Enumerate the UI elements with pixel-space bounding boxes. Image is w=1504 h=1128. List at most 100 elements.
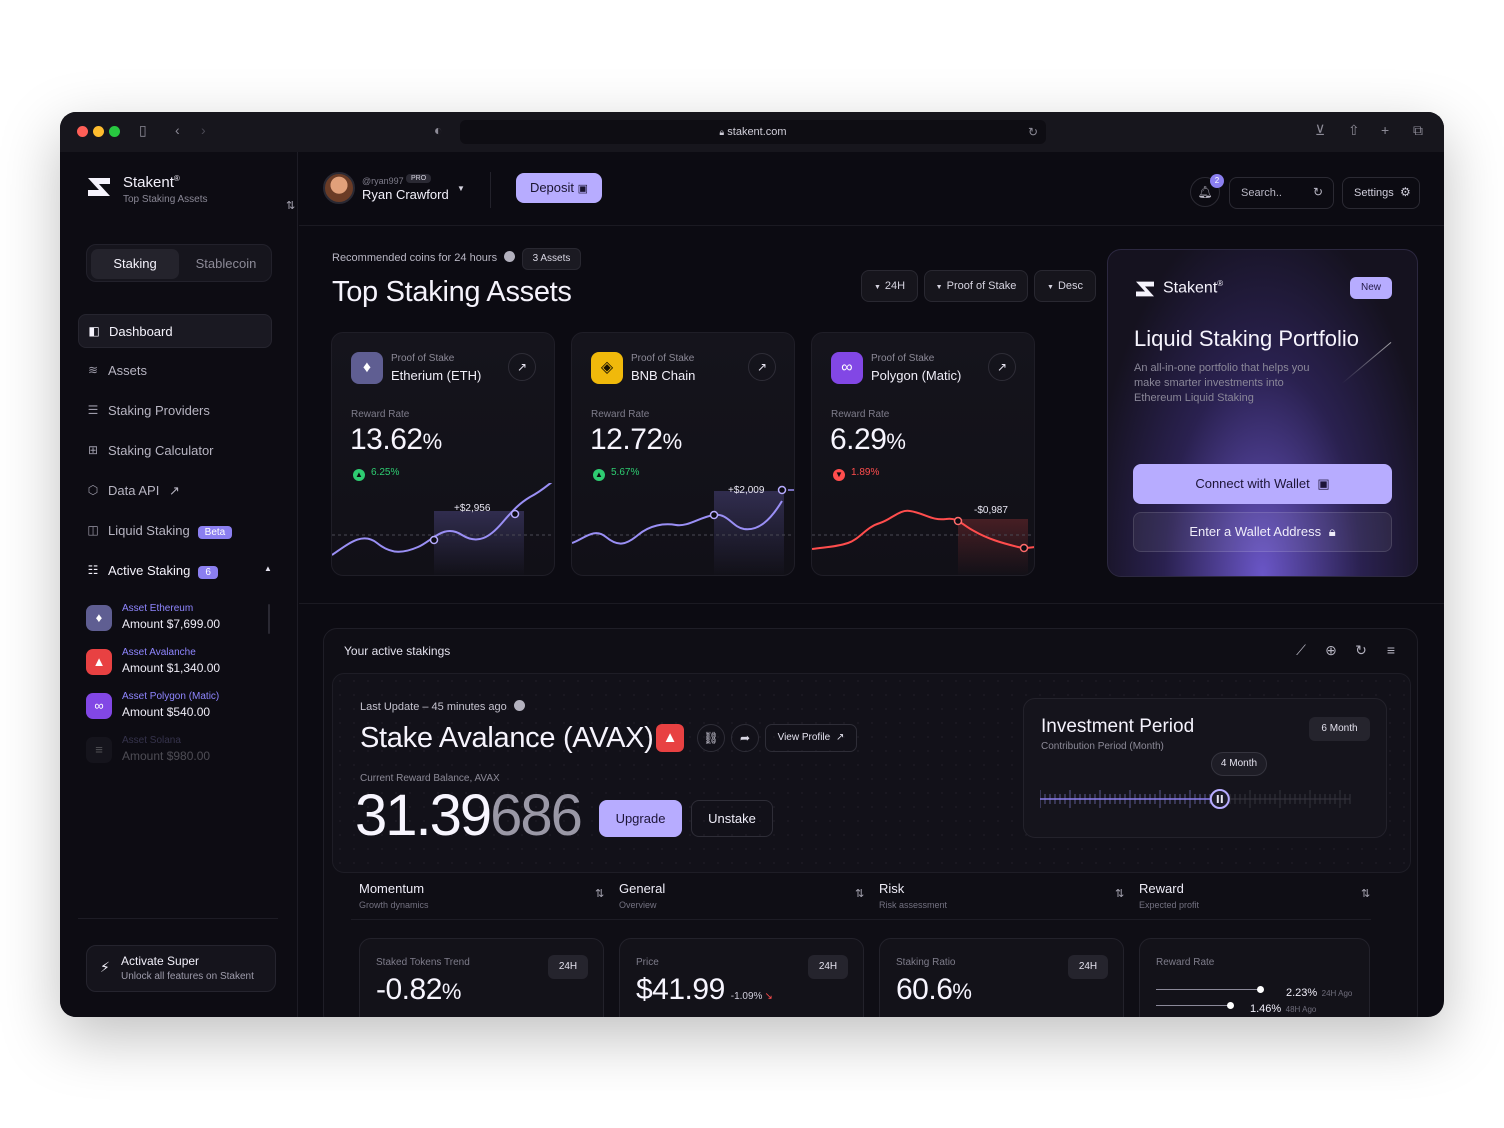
- sidebar-item-dashboard[interactable]: ◧ Dashboard: [78, 314, 272, 348]
- link-icon[interactable]: ⛓︎: [697, 724, 725, 752]
- enter-wallet-address-button[interactable]: Enter a Wallet Address 🔒︎: [1133, 512, 1392, 552]
- share-icon[interactable]: ⇧: [1348, 122, 1360, 139]
- percent-sign: %: [886, 429, 906, 454]
- tab-risk[interactable]: Risk Risk assessment ⇅: [879, 881, 1129, 921]
- back-icon[interactable]: ‹: [175, 122, 180, 138]
- list-item-asset-avalanche[interactable]: ▲ Asset Avalanche Amount $1,340.00: [86, 647, 266, 681]
- chevron-up-icon[interactable]: ▲: [264, 564, 272, 573]
- tab-reward[interactable]: Reward Expected profit ⇅: [1139, 881, 1389, 921]
- reward-rate-value: 6.29: [830, 423, 887, 456]
- chevron-updown-icon[interactable]: ⇅: [286, 199, 295, 212]
- metric-label: Staking Ratio: [896, 957, 956, 968]
- connect-wallet-button[interactable]: Connect with Wallet ▣: [1133, 464, 1392, 504]
- percent-sign: %: [441, 979, 462, 1004]
- reward-rate-label: Reward Rate: [831, 409, 890, 420]
- sparkline-chart: [572, 485, 794, 575]
- chart-icon[interactable]: ⟋: [1292, 641, 1310, 659]
- sidebar-item-staking-providers[interactable]: ☰ Staking Providers: [78, 394, 272, 428]
- sidebar-item-staking-calculator[interactable]: ⊞ Staking Calculator: [78, 434, 272, 468]
- sidebar-item-data-api[interactable]: ⬡ Data API ↗: [78, 474, 272, 508]
- metric-card-price[interactable]: Price 24H $41.99 -1.09% ↘: [619, 938, 864, 1017]
- new-tab-icon[interactable]: +: [1381, 122, 1389, 138]
- external-link-icon: ↗: [168, 483, 180, 498]
- timeframe-badge[interactable]: 24H: [808, 955, 848, 979]
- reload-icon[interactable]: ↻: [1028, 120, 1038, 144]
- coin-card-ethereum[interactable]: ♦ Proof of Stake Etherium (ETH) ↗ Reward…: [331, 332, 555, 576]
- arrow-up-icon: ▲: [593, 469, 605, 481]
- spark-value-label: +$2,009: [728, 485, 765, 496]
- asset-name: Asset Polygon (Matic): [122, 691, 220, 702]
- close-window-button[interactable]: [77, 126, 88, 137]
- sidebar-item-active-staking[interactable]: ☷ Active Staking 6 ▲: [78, 554, 272, 588]
- scrollbar-thumb[interactable]: [268, 604, 270, 634]
- list-item-asset-polygon[interactable]: ∞ Asset Polygon (Matic) Amount $540.00: [86, 691, 266, 725]
- slider-knob[interactable]: [1209, 789, 1230, 809]
- filter-sort[interactable]: ▼ Desc: [1034, 270, 1096, 302]
- open-arrow-icon[interactable]: ↗: [748, 353, 776, 381]
- search-input[interactable]: Search.. ↻: [1229, 177, 1334, 209]
- brand-reg-mark: ®: [173, 174, 180, 183]
- deposit-button[interactable]: Deposit ▣: [516, 173, 602, 203]
- sidebar-item-liquid-staking[interactable]: ◫ Liquid Staking Beta: [78, 514, 272, 548]
- balance-main: 31.39: [355, 783, 492, 848]
- filter-timeframe[interactable]: ▼ 24H: [861, 270, 918, 302]
- reward-rate-48h-label: 48H Ago: [1285, 1005, 1317, 1014]
- arrow-up-icon: ▲: [353, 469, 365, 481]
- tabs-overview-icon[interactable]: ⧉: [1413, 122, 1423, 139]
- filter-consensus[interactable]: ▼ Proof of Stake: [924, 270, 1028, 302]
- list-item-asset-solana[interactable]: ≡ Asset Solana Amount $980.00: [86, 735, 266, 769]
- activate-super-button[interactable]: ⚡︎ Activate Super Unlock all features on…: [86, 945, 276, 992]
- timeframe-badge[interactable]: 24H: [1068, 955, 1108, 979]
- coin-name: Etherium (ETH): [391, 368, 482, 383]
- wallet-icon: ▣: [577, 183, 589, 195]
- timeframe-badge[interactable]: 24H: [548, 955, 588, 979]
- tab-momentum[interactable]: Momentum Growth dynamics ⇅: [359, 881, 609, 921]
- list-item-asset-ethereum[interactable]: ♦ Asset Ethereum Amount $7,699.00: [86, 603, 266, 637]
- coin-name: Polygon (Matic): [871, 368, 962, 383]
- unstake-button[interactable]: Unstake: [691, 800, 773, 837]
- tab-general[interactable]: General Overview ⇅: [619, 881, 869, 921]
- promo-description: An all-in-one portfolio that helps you m…: [1134, 362, 1310, 404]
- zoom-window-button[interactable]: [109, 126, 120, 137]
- open-arrow-icon[interactable]: ↗: [508, 353, 536, 381]
- forward-icon[interactable]: ›: [201, 122, 206, 138]
- calculator-icon: ⊞: [87, 443, 99, 457]
- open-arrow-icon[interactable]: ↗: [988, 353, 1016, 381]
- upgrade-button[interactable]: Upgrade: [599, 800, 682, 837]
- reward-rate-48h: 1.46%: [1250, 1003, 1282, 1015]
- avatar[interactable]: [323, 172, 355, 204]
- chevron-updown-icon: ⇅: [595, 888, 605, 900]
- highlight-band: [714, 491, 784, 575]
- tab-sublabel: Overview: [619, 900, 657, 910]
- url-bar[interactable]: 🔒︎ stakent.com ↻: [460, 120, 1046, 144]
- metric-card-staking-ratio[interactable]: Staking Ratio 24H 60.6%: [879, 938, 1124, 1017]
- sidebar-toggle-icon[interactable]: ▯: [139, 122, 147, 139]
- investment-period-badge[interactable]: 6 Month: [1309, 717, 1370, 741]
- user-dropdown-icon[interactable]: ▼: [457, 184, 465, 193]
- view-profile-button[interactable]: View Profile ↗: [765, 724, 857, 752]
- price-change: -1.09%: [730, 991, 763, 1002]
- segment-staking[interactable]: Staking: [91, 249, 179, 279]
- filter-icon[interactable]: ≡: [1382, 641, 1400, 659]
- user-name[interactable]: Ryan Crawford: [362, 187, 449, 202]
- coin-card-bnb[interactable]: ◈ Proof of Stake BNB Chain ↗ Reward Rate…: [571, 332, 795, 576]
- ethereum-icon: ♦: [86, 605, 112, 631]
- refresh-icon[interactable]: ↻: [1313, 185, 1323, 199]
- refresh-icon[interactable]: ↻: [1352, 641, 1370, 659]
- add-circle-icon[interactable]: ⊕: [1322, 641, 1340, 659]
- settings-button[interactable]: Settings ⚙︎: [1342, 177, 1420, 209]
- metric-card-staked-tokens-trend[interactable]: Staked Tokens Trend 24H -0.82%: [359, 938, 604, 1017]
- recommended-label: Recommended coins for 24 hours: [332, 252, 498, 264]
- metric-card-reward-rate[interactable]: Reward Rate 2.23% 24H Ago 1.46% 48H Ago: [1139, 938, 1370, 1017]
- metric-value: 60.6: [896, 973, 953, 1006]
- share-icon[interactable]: ➦: [731, 724, 759, 752]
- segment-stablecoin[interactable]: Stablecoin: [183, 249, 269, 279]
- coin-card-polygon[interactable]: ∞ Proof of Stake Polygon (Matic) ↗ Rewar…: [811, 332, 1035, 576]
- brand-name: Stakent: [123, 174, 174, 191]
- shield-icon[interactable]: ◐: [434, 122, 442, 138]
- download-icon[interactable]: ⊻: [1315, 122, 1325, 139]
- investment-period-slider[interactable]: [1040, 784, 1370, 814]
- minimize-window-button[interactable]: [93, 126, 104, 137]
- lock-icon: 🔒︎: [1328, 524, 1336, 539]
- sidebar-item-assets[interactable]: ≋ Assets: [78, 354, 272, 388]
